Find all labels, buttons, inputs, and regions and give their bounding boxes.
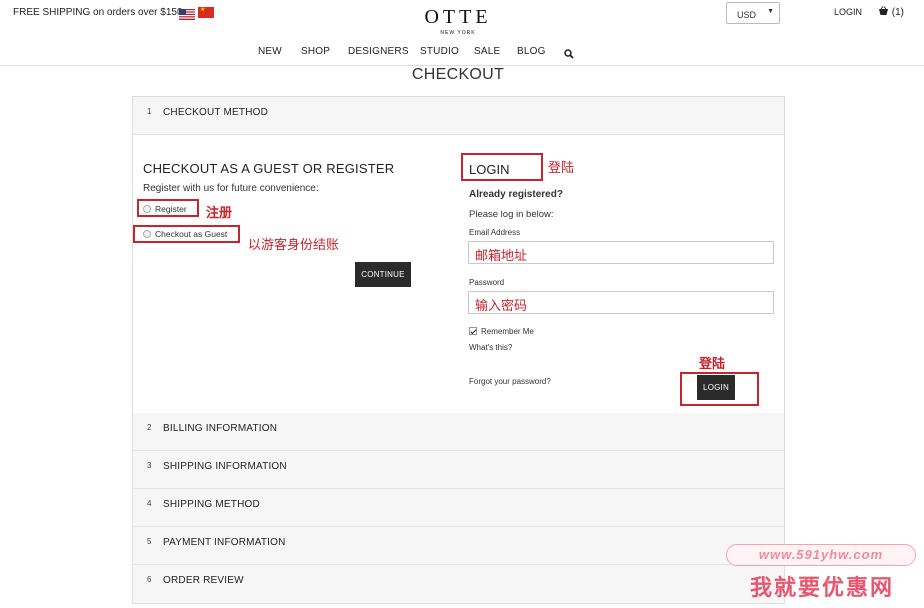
step-billing-information[interactable]: 2 BILLING INFORMATION [133,413,784,451]
cart-button[interactable]: (1) [878,6,904,18]
step-checkout-method[interactable]: 1 CHECKOUT METHOD [133,97,784,135]
step-number: 6 [147,575,152,584]
step-number: 5 [147,537,152,546]
step-shipping-method[interactable]: 4 SHIPPING METHOD [133,489,784,527]
china-flag-icon[interactable]: ★ [198,7,214,18]
cart-icon [879,6,888,15]
nav-sale[interactable]: SALE [474,46,500,57]
cart-count: (1) [891,7,905,18]
guest-annotation: 以游客身份结账 [248,237,340,252]
step-number: 3 [147,461,152,470]
nav-designers[interactable]: DESIGNERS [348,46,409,57]
watermark-url: www.591yhw.com [726,544,916,566]
email-label: Email Address [469,228,521,237]
login-annotation: 登陆 [548,160,575,175]
nav-studio[interactable]: STUDIO [420,46,459,57]
checkout-steps: 1 CHECKOUT METHOD CHECKOUT AS A GUEST OR… [132,96,785,604]
nav-shop[interactable]: SHOP [301,46,330,57]
guest-highlight [133,225,240,243]
forgot-password-link[interactable]: Forgot your password? [469,377,551,386]
step-shipping-information[interactable]: 3 SHIPPING INFORMATION [133,451,784,489]
us-flag-icon[interactable] [179,7,195,20]
remember-me-checkbox[interactable] [469,327,477,335]
currency-select[interactable]: USD ▼ [726,2,780,24]
step-label: PAYMENT INFORMATION [163,537,286,548]
logo-subtitle: NEW YORK [440,30,476,36]
please-login-text: Please log in below: [469,209,554,220]
watermark-name: 我就要优惠网 [749,575,894,600]
nav-blog[interactable]: BLOG [517,46,546,57]
step-label: SHIPPING INFORMATION [163,461,287,472]
page-title: CHECKOUT [411,66,505,83]
password-field[interactable]: 输入密码 [468,291,774,314]
search-icon[interactable] [564,46,574,64]
register-annotation: 注册 [206,205,233,220]
step-number: 2 [147,423,152,432]
guest-register-subtext: Register with us for future convenience: [143,183,319,194]
login-button-annotation: 登陆 [699,356,726,371]
header-login-link[interactable]: LOGIN [834,7,862,17]
login-button-highlight [680,372,759,406]
dropdown-arrow-icon: ▼ [767,8,774,15]
step-number: 1 [147,107,152,116]
already-registered-text: Already registered? [469,189,563,200]
step-label: ORDER REVIEW [163,575,244,586]
top-bar: FREE SHIPPING on orders over $150 ★ OTTE… [0,0,924,66]
nav-new[interactable]: NEW [258,46,282,57]
watermark: www.591yhw.com 我就要优惠网 [708,540,924,608]
whats-this-link[interactable]: What's this? [469,343,512,352]
guest-register-heading: CHECKOUT AS A GUEST OR REGISTER [143,161,395,176]
step-label: CHECKOUT METHOD [163,107,269,118]
step-order-review[interactable]: 6 ORDER REVIEW [133,565,784,603]
remember-me-label: Remember Me [481,327,534,336]
step-number: 4 [147,499,152,508]
free-shipping-notice: FREE SHIPPING on orders over $150 [13,7,183,18]
continue-button[interactable]: CONTINUE [355,262,411,287]
login-heading-highlight [461,153,543,181]
step-label: SHIPPING METHOD [163,499,260,510]
email-field[interactable]: 邮箱地址 [468,241,774,264]
currency-value: USD [737,10,757,20]
otte-logo[interactable]: OTTE [398,6,518,29]
password-label: Password [469,278,505,287]
main-nav: NEW SHOP DESIGNERS STUDIO SALE BLOG [0,46,924,60]
remember-me-option[interactable]: Remember Me [469,327,534,336]
register-highlight [137,199,199,217]
step-payment-information[interactable]: 5 PAYMENT INFORMATION [133,527,784,565]
step-label: BILLING INFORMATION [163,423,278,434]
